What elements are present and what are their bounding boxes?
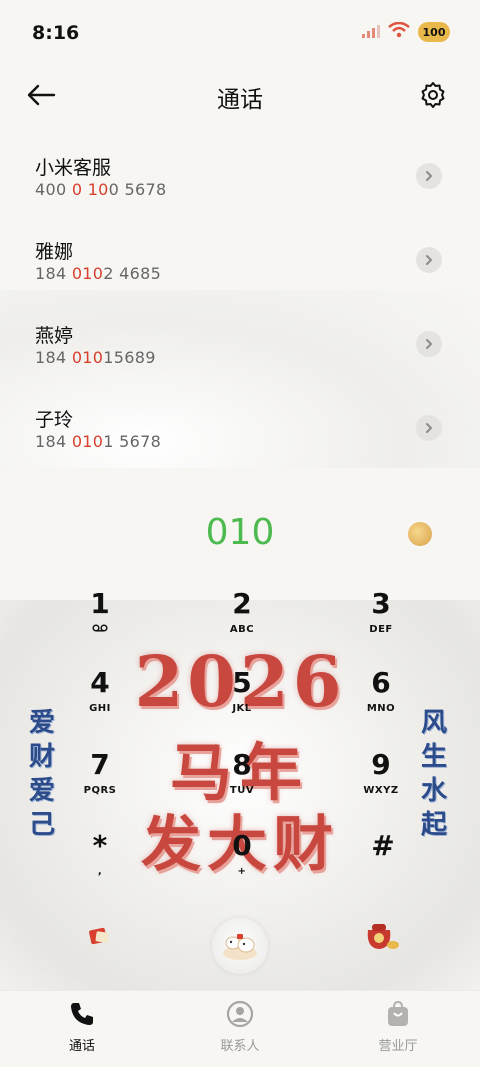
contact-number: 184 0101 5678 [35, 432, 161, 451]
contact-number: 184 0102 4685 [35, 264, 161, 283]
key-letters: WXYZ [363, 785, 399, 796]
contact-name: 燕婷 [35, 325, 74, 347]
contact-name: 雅娜 [35, 241, 74, 263]
tab-label: 营业厅 [378, 1039, 418, 1054]
number-match: 0 [71, 180, 83, 199]
header: 通话 [0, 62, 480, 128]
gear-icon [421, 82, 445, 108]
key-9[interactable]: 9 WXYZ [336, 749, 426, 813]
battery-indicator: 100 [418, 22, 450, 42]
key-8[interactable]: 8 TUV [197, 749, 287, 813]
number-part: 2 4685 [103, 264, 162, 283]
chevron-right-icon [426, 171, 433, 181]
contact-row[interactable]: 雅娜 184 0102 4685 [0, 217, 480, 301]
lucky-bag-icon[interactable] [362, 918, 400, 952]
back-arrow-icon [27, 84, 56, 106]
key-letters: GHI [89, 703, 111, 714]
tab-label: 联系人 [220, 1039, 260, 1054]
number-match: 10 [87, 180, 109, 199]
bottom-tab-bar: 通话 联系人 营业厅 [0, 990, 480, 1067]
status-time: 8:16 [32, 22, 80, 44]
number-part: 1 5678 [103, 432, 162, 451]
number-match: 010 [71, 432, 104, 451]
key-5[interactable]: 5 JKL [197, 667, 287, 731]
key-hash[interactable]: # [338, 830, 428, 894]
chevron-right-icon [426, 255, 433, 265]
key-digit: # [371, 829, 395, 862]
key-digit: 7 [90, 748, 110, 781]
phone-icon [67, 999, 97, 1029]
key-letters: , [97, 866, 103, 877]
key-0[interactable]: 0 + [197, 830, 287, 894]
key-digit: 6 [371, 666, 391, 699]
number-part: 400 [35, 180, 72, 199]
key-1[interactable]: 1 [55, 588, 145, 652]
key-digit: * [92, 829, 108, 862]
key-digit: 4 [90, 666, 110, 699]
key-4[interactable]: 4 GHI [55, 667, 145, 731]
contact-detail-button[interactable] [416, 331, 442, 357]
number-part: 0 5678 [108, 180, 167, 199]
key-letters: TUV [229, 785, 255, 796]
key-digit: 0 [232, 829, 252, 862]
key-letters: + [237, 866, 247, 877]
key-letters: ABC [229, 624, 255, 635]
tab-calls[interactable]: 通话 [27, 999, 137, 1054]
page-title: 通话 [217, 87, 263, 113]
contact-number: 184 01015689 [35, 348, 156, 367]
red-envelope-icon[interactable] [88, 926, 112, 946]
tab-contacts[interactable]: 联系人 [185, 999, 295, 1054]
number-match: 010 [71, 264, 104, 283]
key-digit: 1 [90, 587, 110, 620]
status-bar: 8:16 100 [0, 0, 480, 62]
key-7[interactable]: 7 PQRS [55, 749, 145, 813]
call-button[interactable] [212, 918, 268, 974]
key-digit: 5 [232, 666, 252, 699]
chevron-right-icon [426, 423, 433, 433]
contact-number: 400 0 100 5678 [35, 180, 166, 199]
chevron-right-icon [426, 339, 433, 349]
contact-name: 小米客服 [35, 157, 112, 179]
number-part: 15689 [103, 348, 156, 367]
contact-row[interactable]: 子玲 184 0101 5678 [0, 385, 480, 469]
status-icons: 100 [362, 21, 450, 42]
signal-icon [362, 23, 380, 42]
key-star[interactable]: * , [55, 830, 145, 894]
contacts-icon [225, 999, 255, 1029]
key-digit: 8 [232, 748, 252, 781]
wifi-icon [388, 21, 410, 42]
contact-row[interactable]: 燕婷 184 01015689 [0, 301, 480, 385]
tab-label: 通话 [68, 1039, 95, 1054]
settings-button[interactable] [416, 78, 450, 112]
key-3[interactable]: 3 DEF [336, 588, 426, 652]
number-part: 184 [35, 264, 72, 283]
cookie-icon[interactable] [408, 522, 432, 546]
contact-detail-button[interactable] [416, 415, 442, 441]
contact-row[interactable]: 小米客服 400 0 100 5678 [0, 133, 480, 217]
horse-sticker-icon [223, 934, 257, 960]
key-digit: 3 [371, 587, 391, 620]
key-6[interactable]: 6 MNO [336, 667, 426, 731]
key-letters: PQRS [83, 785, 117, 796]
number-part: 184 [35, 348, 72, 367]
key-digit: 2 [232, 587, 252, 620]
contact-detail-button[interactable] [416, 163, 442, 189]
key-letters: JKL [232, 703, 252, 714]
voicemail-icon [55, 624, 145, 635]
contact-detail-button[interactable] [416, 247, 442, 273]
key-letters: MNO [366, 703, 396, 714]
number-match: 010 [71, 348, 104, 367]
store-icon [383, 999, 413, 1029]
key-2[interactable]: 2 ABC [197, 588, 287, 652]
key-letters: DEF [369, 624, 393, 635]
tab-service-hall[interactable]: 营业厅 [343, 999, 453, 1054]
contact-name: 子玲 [35, 409, 74, 431]
key-digit: 9 [371, 748, 391, 781]
number-part: 184 [35, 432, 72, 451]
back-button[interactable] [24, 78, 58, 112]
